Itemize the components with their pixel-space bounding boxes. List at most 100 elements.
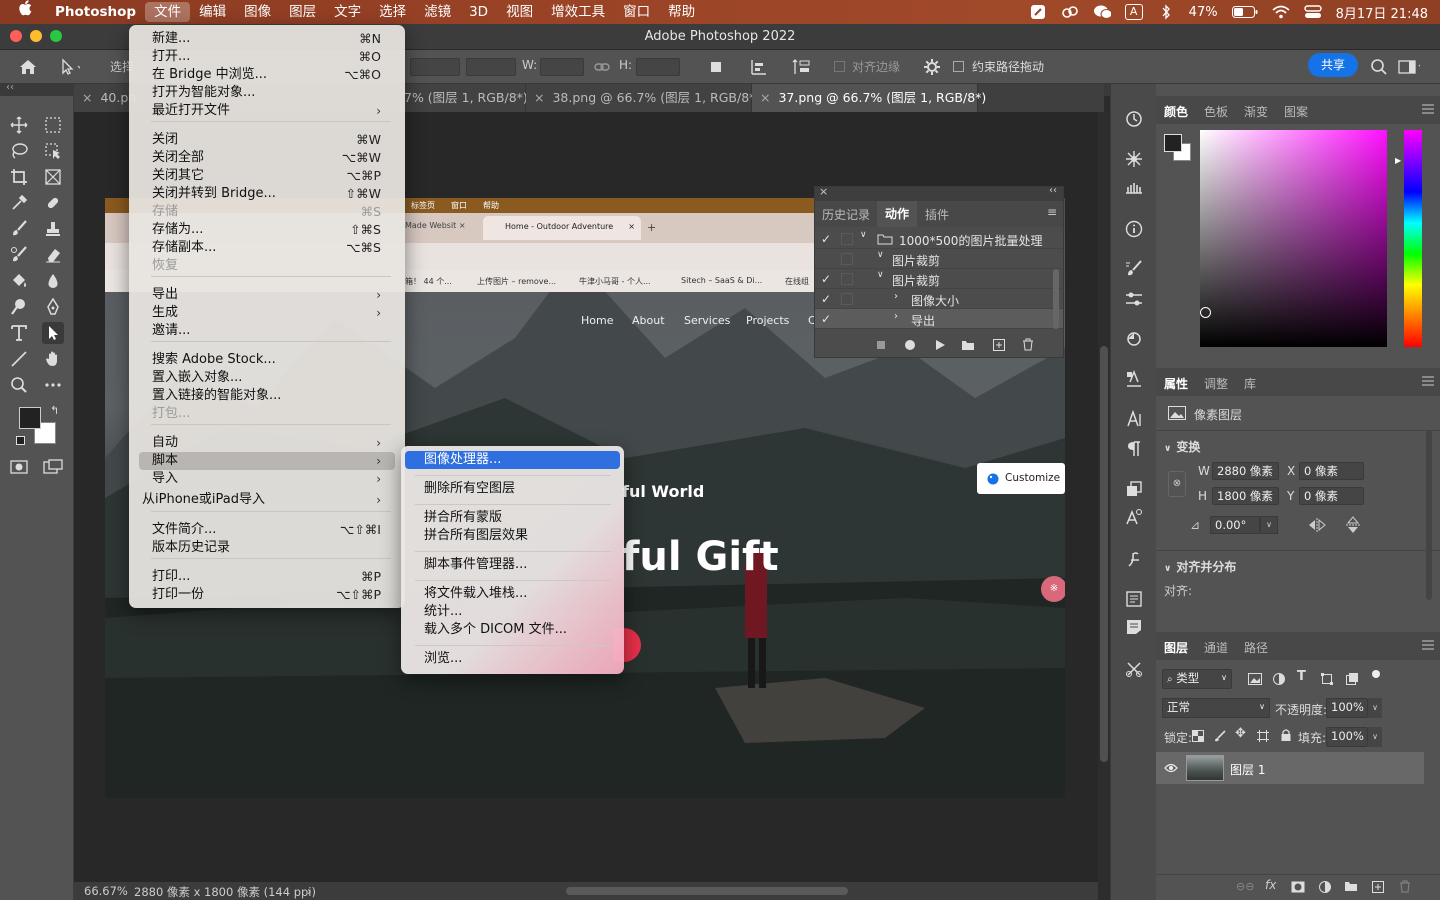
lasso-tool-icon[interactable]: [8, 140, 30, 162]
file-menu-item[interactable]: 文件简介... ⌥⇧⌘I: [139, 521, 395, 539]
play-icon[interactable]: [935, 340, 945, 350]
scripts-menu-item[interactable]: 载入多个 DICOM 文件...: [405, 621, 620, 639]
tab-37png[interactable]: × 37.png @ 66.7% (图层 1, RGB/8*): [752, 84, 986, 112]
file-menu-item[interactable]: 关闭 ⌘W: [139, 131, 395, 149]
check-icon[interactable]: ✓: [821, 232, 833, 246]
vertical-scrollbar[interactable]: [1098, 112, 1110, 900]
foreground-color-swatch[interactable]: [19, 407, 41, 429]
tab-layers[interactable]: 图层: [1164, 639, 1188, 656]
tab-adjustments[interactable]: 调整: [1204, 375, 1228, 392]
character-panel-icon[interactable]: [1123, 408, 1145, 430]
share-button[interactable]: 共享: [1308, 53, 1358, 77]
transform-section-title[interactable]: ∨ 变换: [1164, 438, 1200, 455]
check-icon[interactable]: ✓: [821, 312, 833, 326]
tab-libraries[interactable]: 库: [1244, 375, 1256, 392]
tab-40png[interactable]: × 40.pn: [74, 84, 136, 112]
action-row[interactable]: ∨ 图片裁剪: [815, 249, 1063, 269]
file-menu-item[interactable]: 打印... ⌘P: [139, 568, 395, 586]
file-menu-item[interactable]: 脚本 ›: [139, 452, 395, 470]
lock-artboard-icon[interactable]: [1257, 730, 1269, 742]
vertical-scroll-thumb[interactable]: [1100, 346, 1108, 762]
file-menu-item[interactable]: 关闭其它 ⌥⌘P: [139, 167, 395, 185]
frame-tool-icon[interactable]: [42, 166, 64, 188]
menu-view[interactable]: 视图: [497, 0, 542, 24]
input-method-icon[interactable]: A: [1124, 4, 1143, 20]
tab-history[interactable]: 历史记录: [822, 206, 870, 223]
layer-row[interactable]: 图层 1: [1156, 752, 1424, 784]
menu-file[interactable]: 文件: [145, 2, 191, 22]
collapse-left-icon[interactable]: ‹‹: [6, 82, 14, 93]
file-menu-item[interactable]: 存储为... ⇧⌘S: [139, 221, 395, 239]
step-chevron-icon[interactable]: ›: [894, 291, 898, 302]
paragraph-panel-icon[interactable]: [1123, 438, 1145, 460]
horizontal-scrollbar[interactable]: [566, 887, 848, 895]
file-menu-item[interactable]: 存储副本... ⌥⌘S: [139, 239, 395, 257]
file-menu-item[interactable]: 打开为智能对象...: [139, 84, 395, 102]
tool-presets-icon[interactable]: [1123, 658, 1145, 680]
notes-panel-icon[interactable]: [1123, 616, 1145, 638]
tab-paths[interactable]: 路径: [1244, 639, 1268, 656]
tab-actions[interactable]: 动作: [877, 201, 918, 227]
pen-tool-icon[interactable]: [42, 296, 64, 318]
glyphs-icon[interactable]: [1123, 506, 1145, 528]
scripts-menu-item[interactable]: 将文件载入堆栈...: [405, 585, 620, 603]
quick-mask-icon[interactable]: [8, 456, 30, 478]
workspace-icon[interactable]: [1398, 56, 1420, 78]
tab-color[interactable]: 颜色: [1164, 103, 1188, 120]
file-menu-item[interactable]: 导入 ›: [139, 470, 395, 488]
constrain-path-checkbox[interactable]: [953, 61, 964, 72]
healing-brush-tool-icon[interactable]: [42, 192, 64, 214]
new-layer-icon[interactable]: [1372, 881, 1384, 893]
path-alignment-icon[interactable]: [748, 56, 770, 78]
scripts-menu-item[interactable]: 拼合所有蒙版: [405, 509, 620, 527]
menu-type[interactable]: 文字: [325, 0, 370, 24]
gear-icon[interactable]: [921, 56, 943, 78]
color-fg-swatch[interactable]: [1164, 134, 1182, 152]
flip-vertical-icon[interactable]: [1346, 516, 1360, 534]
filter-toggle[interactable]: [1372, 670, 1380, 678]
filter-pixel-icon[interactable]: [1248, 673, 1262, 685]
filter-shape-icon[interactable]: [1321, 673, 1333, 685]
menu-3d[interactable]: 3D: [460, 0, 497, 24]
screen-mode-icon[interactable]: [42, 456, 64, 478]
scripts-menu-item[interactable]: 删除所有空图层: [405, 480, 620, 498]
layer-style-icon[interactable]: fx: [1265, 878, 1276, 892]
actions-scrollbar[interactable]: [1053, 269, 1059, 329]
document-info[interactable]: 2880 像素 x 1800 像素 (144 ppi): [134, 884, 316, 900]
tab-plugins[interactable]: 插件: [925, 206, 949, 223]
visibility-eye-icon[interactable]: [1164, 763, 1178, 773]
new-set-folder-icon[interactable]: [961, 340, 975, 351]
apple-menu[interactable]: [0, 0, 46, 24]
dialog-toggle[interactable]: [841, 233, 853, 245]
blur-tool-icon[interactable]: [42, 270, 64, 292]
zoom-tool-icon[interactable]: [8, 374, 30, 396]
glyph-alternate-icon[interactable]: [1123, 548, 1145, 570]
check-icon[interactable]: ✓: [821, 292, 833, 306]
new-adjustment-layer-icon[interactable]: [1319, 881, 1331, 893]
tab-39png[interactable]: 7% (图层 1, RGB/8*): [400, 84, 528, 112]
action-row[interactable]: ✓ ∨ 图片裁剪: [815, 269, 1063, 289]
file-menu-item[interactable]: 从iPhone或iPad导入 ›: [139, 491, 395, 509]
menu-help[interactable]: 帮助: [659, 0, 704, 24]
properties-panel-menu-icon[interactable]: [1422, 376, 1434, 386]
tab-swatches[interactable]: 色板: [1204, 103, 1228, 120]
angle-input[interactable]: 0.00°: [1210, 516, 1260, 534]
actions-collapse-icon[interactable]: ‹‹: [1049, 185, 1057, 196]
tab-close-icon[interactable]: ×: [82, 90, 92, 105]
lock-all-icon[interactable]: [1281, 729, 1291, 741]
file-menu-item[interactable]: 版本历史记录: [139, 539, 395, 557]
height-field[interactable]: [636, 58, 680, 76]
status-arrow-icon[interactable]: ›: [307, 884, 312, 898]
menu-layer[interactable]: 图层: [280, 0, 325, 24]
file-menu-item[interactable]: 邀请...: [139, 322, 395, 340]
eraser-tool-icon[interactable]: [42, 244, 64, 266]
notes-app-icon[interactable]: [1029, 4, 1047, 20]
properties-scrollbar[interactable]: [1426, 430, 1432, 600]
file-menu-item[interactable]: 打印一份 ⌥⇧⌘P: [139, 586, 395, 604]
layer-filter-dropdown[interactable]: ⌕ 类型 ∨: [1162, 669, 1232, 689]
y-input[interactable]: 0 像素: [1299, 487, 1364, 505]
dialog-toggle[interactable]: [841, 253, 853, 265]
line-tool-icon[interactable]: [8, 348, 30, 370]
menu-edit[interactable]: 编辑: [190, 0, 235, 24]
brush-tool-icon[interactable]: [8, 218, 30, 240]
